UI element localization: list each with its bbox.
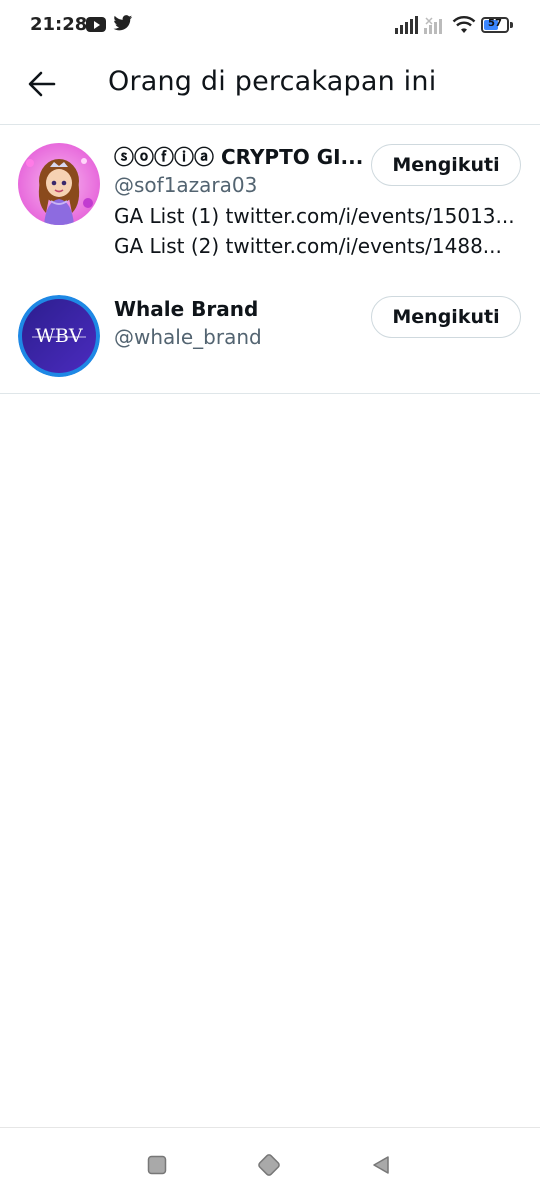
user-name: ⓢⓞⓕⓘⓐ CRYPTO GI... bbox=[114, 145, 364, 169]
home-button[interactable] bbox=[254, 1150, 284, 1180]
user-bio: GA List (1) twitter.com/i/events/15013..… bbox=[114, 201, 524, 261]
battery-icon: 57 bbox=[481, 17, 509, 33]
back-arrow-icon bbox=[28, 71, 56, 97]
bio-line[interactable]: GA List (1) twitter.com/i/events/15013..… bbox=[114, 201, 520, 231]
battery-level: 57 bbox=[488, 18, 502, 29]
back-button[interactable] bbox=[22, 64, 62, 104]
user-name: Whale Brand bbox=[114, 297, 259, 321]
system-nav-bar bbox=[0, 1127, 540, 1200]
twitter-notification-icon bbox=[113, 15, 133, 36]
recents-button[interactable] bbox=[142, 1150, 172, 1180]
user-list: ⓢⓞⓕⓘⓐ CRYPTO GI... @sof1azara03 GA List … bbox=[0, 125, 540, 394]
princess-avatar-image bbox=[18, 143, 100, 225]
avatar[interactable] bbox=[18, 143, 100, 225]
page-title: Orang di percakapan ini bbox=[108, 66, 437, 97]
avatar[interactable]: WBV bbox=[18, 295, 100, 377]
bio-line[interactable]: GA List (2) twitter.com/i/events/1488... bbox=[114, 231, 520, 261]
user-row-whale-brand[interactable]: WBV Whale Brand @whale_brand Mengikuti bbox=[0, 277, 540, 393]
following-button[interactable]: Mengikuti bbox=[371, 296, 521, 338]
header: Orang di percakapan ini bbox=[0, 52, 540, 125]
following-button[interactable]: Mengikuti bbox=[371, 144, 521, 186]
logo-text: WBV bbox=[35, 325, 82, 347]
status-bar: 21:28 57 bbox=[0, 0, 540, 52]
battery-tip bbox=[510, 22, 513, 28]
status-time: 21:28 bbox=[30, 14, 88, 35]
youtube-notification-icon bbox=[86, 17, 106, 32]
wifi-icon bbox=[452, 16, 476, 33]
triangle-back-icon bbox=[373, 1156, 389, 1174]
user-row-sofia[interactable]: ⓢⓞⓕⓘⓐ CRYPTO GI... @sof1azara03 GA List … bbox=[0, 125, 540, 277]
square-icon bbox=[147, 1155, 167, 1175]
diamond-icon bbox=[258, 1154, 280, 1176]
signal-empty-icon bbox=[424, 17, 442, 34]
back-nav-button[interactable] bbox=[366, 1150, 396, 1180]
signal-icon bbox=[395, 16, 418, 34]
whale-brand-logo: WBV bbox=[18, 295, 100, 377]
